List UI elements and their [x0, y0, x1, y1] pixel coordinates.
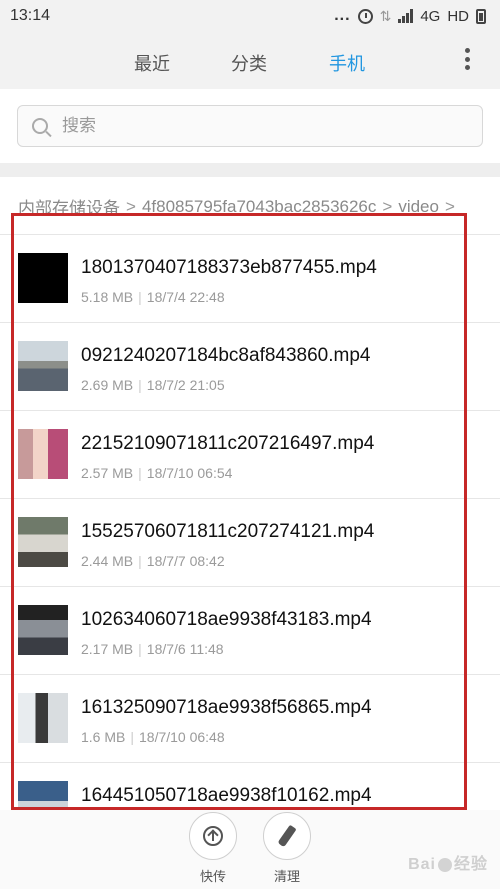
more-options-icon[interactable]	[464, 48, 470, 70]
file-name: 164451050718ae9938f10162.mp4	[81, 785, 372, 806]
file-row[interactable]: 0921240207184bc8af843860.mp4 2.69 MB | 18/…	[0, 322, 500, 410]
tabs-bar: 最近 分类 手机	[0, 32, 500, 89]
quick-transfer-button[interactable]: 快传	[188, 812, 238, 885]
file-size: 1.6 MB	[81, 729, 126, 745]
chevron-right-icon: >	[382, 196, 393, 216]
tab-recent[interactable]: 最近	[134, 50, 170, 76]
battery-icon	[476, 8, 486, 24]
breadcrumb-folder[interactable]: 4f8085795fa7043bac2853626c	[142, 197, 376, 217]
file-date: 18/7/10 06:48	[139, 729, 225, 745]
file-meta: 2.69 MB | 18/7/2 21:05	[81, 377, 225, 393]
file-size: 2.57 MB	[81, 465, 134, 481]
file-list: 1801370407188373eb877455.mp4 5.18 MB | 18/…	[0, 234, 500, 812]
file-size: 5.18 MB	[81, 289, 134, 305]
video-thumbnail	[18, 781, 68, 812]
search-section	[0, 89, 500, 163]
file-meta: 2.57 MB | 18/7/10 06:54	[81, 465, 233, 481]
file-name: 1801370407188373eb877455.mp4	[81, 257, 377, 278]
tab-categories[interactable]: 分类	[231, 50, 267, 76]
file-size: 2.44 MB	[81, 553, 134, 569]
video-thumbnail	[18, 517, 68, 567]
video-thumbnail	[18, 693, 68, 743]
quick-transfer-label: 快传	[199, 869, 226, 884]
video-thumbnail	[18, 605, 68, 655]
chevron-right-icon: >	[126, 196, 136, 216]
file-name: 161325090718ae9938f56865.mp4	[81, 697, 372, 718]
file-row[interactable]: 164451050718ae9938f10162.mp4	[0, 762, 500, 812]
search-icon	[32, 118, 48, 134]
alarm-icon	[357, 8, 373, 24]
watermark: Bai 经验	[408, 856, 488, 873]
file-row[interactable]: 1801370407188373eb877455.mp4 5.18 MB | 18/…	[0, 234, 500, 322]
file-date: 18/7/7 08:42	[146, 553, 225, 569]
file-size: 2.69 MB	[81, 377, 134, 393]
tab-phone[interactable]: 手机	[329, 50, 365, 76]
file-meta: 1.6 MB | 18/7/10 06:48	[81, 729, 225, 745]
search-input[interactable]	[62, 116, 442, 136]
breadcrumb-root[interactable]: 内部存储设备	[18, 194, 120, 219]
file-row[interactable]: 102634060718ae9938f43183.mp4 2.17 MB | 18/…	[0, 586, 500, 674]
video-thumbnail	[18, 253, 68, 303]
file-meta: 5.18 MB | 18/7/4 22:48	[81, 289, 225, 305]
file-meta: 2.44 MB | 18/7/7 08:42	[81, 553, 225, 569]
video-thumbnail	[18, 429, 68, 479]
chevron-right-icon: >	[444, 196, 455, 216]
hd-indicator: HD	[447, 7, 469, 25]
file-date: 18/7/6 11:48	[146, 641, 224, 657]
file-date: 18/7/2 21:05	[146, 377, 225, 393]
file-meta: 2.17 MB | 18/7/6 11:48	[81, 641, 224, 657]
signal-icon	[398, 9, 414, 23]
upload-icon	[189, 812, 237, 860]
file-row[interactable]: 161325090718ae9938f56865.mp4 1.6 MB | 18/7…	[0, 674, 500, 762]
notification-dots-icon: ...	[334, 7, 351, 24]
breadcrumb-current[interactable]: video	[398, 197, 439, 217]
video-thumbnail	[18, 341, 68, 391]
file-name: 102634060718ae9938f43183.mp4	[81, 609, 372, 630]
status-icons: ... ⇅ 4G HD	[334, 7, 486, 25]
network-type: 4G	[420, 7, 441, 25]
broom-icon	[263, 812, 311, 860]
file-date: 18/7/4 22:48	[146, 289, 225, 305]
clean-button[interactable]: 清理	[262, 812, 312, 885]
file-row[interactable]: 15525706071811c207274121.mp4 2.44 MB | 18/…	[0, 498, 500, 586]
paw-icon	[437, 857, 452, 872]
file-name: 22152109071811c207216497.mp4	[81, 433, 375, 454]
file-name: 0921240207184bc8af843860.mp4	[81, 345, 371, 366]
status-time: 13:14	[10, 7, 51, 24]
breadcrumb: 内部存储设备 > 4f8085795fa7043bac2853626c > vi…	[18, 194, 455, 219]
file-size: 2.17 MB	[81, 641, 134, 657]
search-box[interactable]	[17, 105, 483, 147]
data-arrows-icon: ⇅	[379, 7, 392, 24]
file-row[interactable]: 22152109071811c207216497.mp4 2.57 MB | 18/…	[0, 410, 500, 498]
status-bar: 13:14 ... ⇅ 4G HD	[0, 0, 500, 32]
file-name: 15525706071811c207274121.mp4	[81, 521, 375, 542]
file-date: 18/7/10 06:54	[146, 465, 233, 481]
section-divider	[0, 163, 500, 177]
clean-label: 清理	[273, 869, 300, 884]
